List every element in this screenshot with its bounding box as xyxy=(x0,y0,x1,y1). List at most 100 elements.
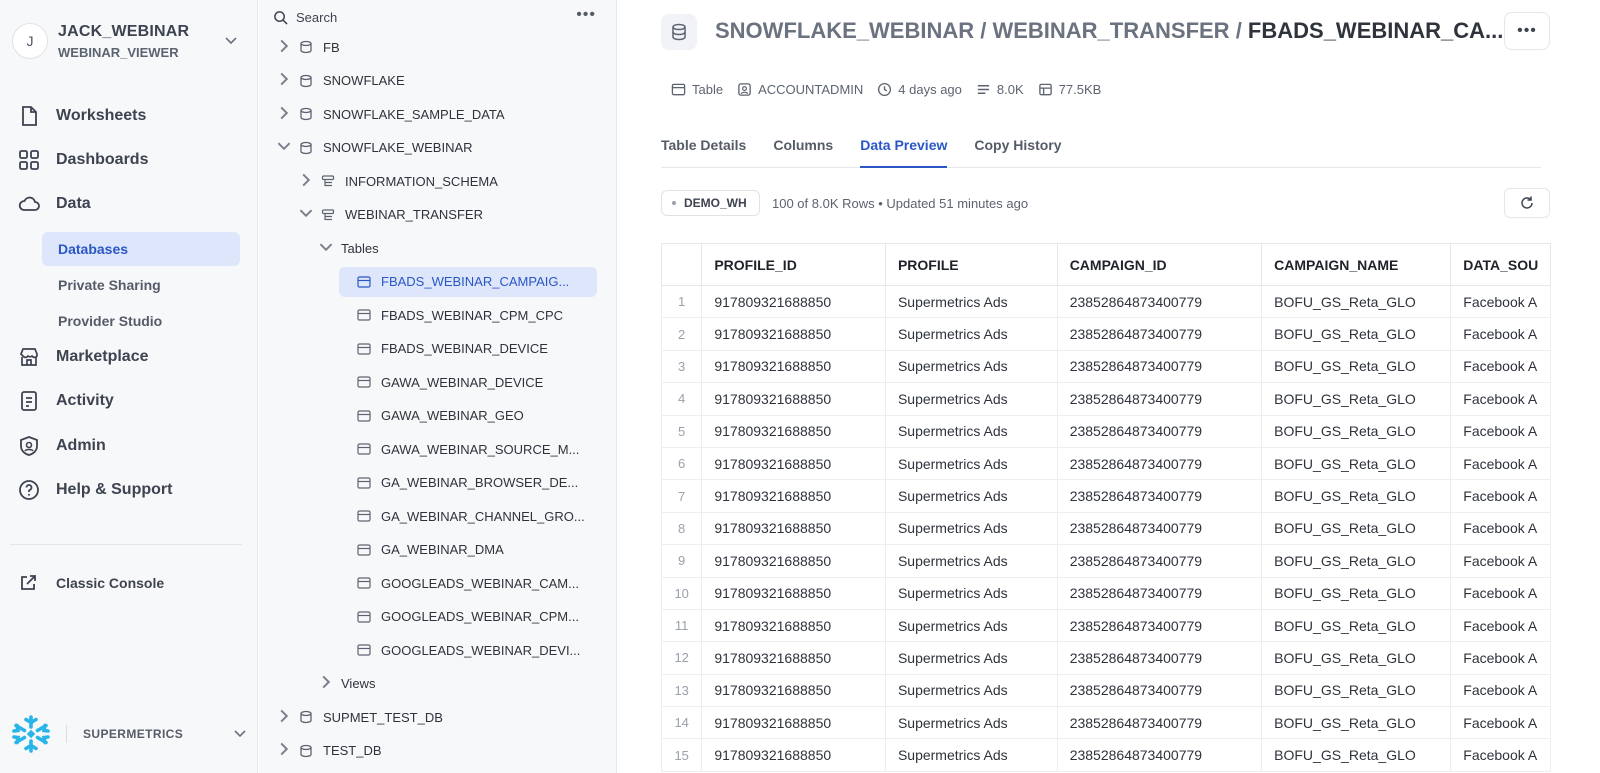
table-cell[interactable]: 23852864873400779 xyxy=(1056,479,1263,513)
table-cell[interactable]: Facebook A xyxy=(1450,511,1551,546)
table-cell[interactable]: Supermetrics Ads xyxy=(884,414,1058,448)
table-cell[interactable]: Facebook A xyxy=(1450,446,1551,481)
table-cell[interactable]: Facebook A xyxy=(1450,576,1551,610)
table-cell[interactable]: Facebook A xyxy=(1450,317,1551,351)
table-cell[interactable]: 917809321688850 xyxy=(701,446,886,481)
table-cell[interactable]: 917809321688850 xyxy=(701,738,886,772)
table-row[interactable]: 12 917809321688850 Supermetrics Ads 2385286… xyxy=(661,641,1551,675)
account-selector[interactable]: SUPERMETRICS xyxy=(10,714,246,754)
table-cell[interactable]: Facebook A xyxy=(1450,479,1551,513)
table-cell[interactable]: 23852864873400779 xyxy=(1056,673,1263,708)
table-cell[interactable]: Supermetrics Ads xyxy=(884,544,1058,578)
table-cell[interactable]: Supermetrics Ads xyxy=(884,641,1058,675)
table-cell[interactable]: 23852864873400779 xyxy=(1056,414,1263,448)
table-row[interactable]: 2 917809321688850 Supermetrics Ads 23852864… xyxy=(661,317,1551,351)
tab-copy-history[interactable]: Copy History xyxy=(974,132,1061,168)
table-row[interactable]: 9 917809321688850 Supermetrics Ads 23852864… xyxy=(661,544,1551,578)
table-cell[interactable]: 23852864873400779 xyxy=(1056,641,1263,675)
table-row[interactable]: 7 917809321688850 Supermetrics Ads 23852864… xyxy=(661,479,1551,513)
table-row[interactable]: 13 917809321688850 Supermetrics Ads 2385286… xyxy=(661,673,1551,708)
tree-table-8[interactable]: GA_WEBINAR_DMA xyxy=(339,535,504,565)
search-input[interactable]: Search xyxy=(273,4,603,30)
table-cell[interactable]: 917809321688850 xyxy=(701,608,886,643)
user-info[interactable]: JACK_WEBINAR WEBINAR_VIEWER xyxy=(58,23,220,60)
avatar[interactable]: J xyxy=(12,23,48,59)
table-cell[interactable]: 23852864873400779 xyxy=(1056,608,1263,643)
table-cell[interactable]: Supermetrics Ads xyxy=(884,284,1058,319)
column-header[interactable]: DATA_SOU xyxy=(1450,243,1551,286)
user-menu[interactable]: J JACK_WEBINAR WEBINAR_VIEWER xyxy=(12,18,242,64)
table-cell[interactable]: 23852864873400779 xyxy=(1056,576,1263,610)
tree-database-bottom-1[interactable]: TEST_DB xyxy=(277,736,382,766)
tree-database-3[interactable]: SNOWFLAKE_WEBINAR xyxy=(277,133,473,163)
nav-worksheets[interactable]: Worksheets xyxy=(18,99,240,133)
table-cell[interactable]: 917809321688850 xyxy=(701,284,886,319)
tree-tables-folder[interactable]: Tables xyxy=(319,233,379,263)
tab-columns[interactable]: Columns xyxy=(773,132,833,168)
table-cell[interactable]: 917809321688850 xyxy=(701,673,886,708)
chevron-down-icon[interactable] xyxy=(220,34,242,48)
chevron-icon[interactable] xyxy=(277,39,291,56)
refresh-button[interactable] xyxy=(1504,188,1550,218)
chevron-icon[interactable] xyxy=(277,709,291,726)
table-cell[interactable]: 23852864873400779 xyxy=(1056,284,1263,319)
column-header[interactable]: CAMPAIGN_ID xyxy=(1056,243,1263,286)
tree-table-9[interactable]: GOOGLEADS_WEBINAR_CAM... xyxy=(339,568,579,598)
table-cell[interactable]: BOFU_GS_Reta_GLO xyxy=(1261,738,1452,772)
nav-private-sharing[interactable]: Private Sharing xyxy=(42,268,240,302)
table-cell[interactable]: 917809321688850 xyxy=(701,479,886,513)
chevron-icon[interactable] xyxy=(299,173,313,190)
table-cell[interactable]: Supermetrics Ads xyxy=(884,706,1058,740)
tree-table-0[interactable]: FBADS_WEBINAR_CAMPAIG... xyxy=(339,266,597,297)
table-cell[interactable]: BOFU_GS_Reta_GLO xyxy=(1261,641,1452,675)
nav-activity[interactable]: Activity xyxy=(18,384,240,418)
table-cell[interactable]: Supermetrics Ads xyxy=(884,382,1058,416)
table-row[interactable]: 5 917809321688850 Supermetrics Ads 23852864… xyxy=(661,414,1551,448)
table-row[interactable]: 15 917809321688850 Supermetrics Ads 2385286… xyxy=(661,738,1551,772)
tree-table-5[interactable]: GAWA_WEBINAR_SOURCE_M... xyxy=(339,434,579,464)
chevron-icon[interactable] xyxy=(277,72,291,89)
column-header[interactable]: CAMPAIGN_NAME xyxy=(1261,243,1452,286)
table-cell[interactable]: Facebook A xyxy=(1450,738,1551,772)
tree-table-10[interactable]: GOOGLEADS_WEBINAR_CPM... xyxy=(339,602,579,632)
tree-database-1[interactable]: SNOWFLAKE xyxy=(277,66,405,96)
tree-schema-1[interactable]: WEBINAR_TRANSFER xyxy=(299,200,483,230)
table-row[interactable]: 1 917809321688850 Supermetrics Ads 23852864… xyxy=(661,284,1551,319)
table-cell[interactable]: 23852864873400779 xyxy=(1056,706,1263,740)
table-cell[interactable]: Supermetrics Ads xyxy=(884,738,1058,772)
table-cell[interactable]: Supermetrics Ads xyxy=(884,446,1058,481)
nav-databases[interactable]: Databases xyxy=(42,232,240,266)
tree-database-bottom-0[interactable]: SUPMET_TEST_DB xyxy=(277,702,443,732)
table-cell[interactable]: BOFU_GS_Reta_GLO xyxy=(1261,706,1452,740)
more-options-icon[interactable]: ••• xyxy=(576,6,596,24)
table-cell[interactable]: Facebook A xyxy=(1450,706,1551,740)
table-row[interactable]: 14 917809321688850 Supermetrics Ads 2385286… xyxy=(661,706,1551,740)
nav-admin[interactable]: Admin xyxy=(18,429,240,463)
table-cell[interactable]: Facebook A xyxy=(1450,414,1551,448)
table-cell[interactable]: 917809321688850 xyxy=(701,544,886,578)
table-row[interactable]: 3 917809321688850 Supermetrics Ads 23852864… xyxy=(661,349,1551,384)
table-cell[interactable]: Facebook A xyxy=(1450,608,1551,643)
tree-table-6[interactable]: GA_WEBINAR_BROWSER_DE... xyxy=(339,468,578,498)
table-cell[interactable]: 917809321688850 xyxy=(701,349,886,384)
table-cell[interactable]: Supermetrics Ads xyxy=(884,511,1058,546)
table-cell[interactable]: 23852864873400779 xyxy=(1056,446,1263,481)
chevron-icon[interactable] xyxy=(319,240,333,257)
table-cell[interactable]: BOFU_GS_Reta_GLO xyxy=(1261,382,1452,416)
nav-provider-studio[interactable]: Provider Studio xyxy=(42,304,240,338)
nav-dashboards[interactable]: Dashboards xyxy=(18,143,240,177)
table-cell[interactable]: 917809321688850 xyxy=(701,641,886,675)
table-cell[interactable]: Facebook A xyxy=(1450,673,1551,708)
table-cell[interactable]: 917809321688850 xyxy=(701,706,886,740)
table-cell[interactable]: 23852864873400779 xyxy=(1056,349,1263,384)
table-cell[interactable]: 23852864873400779 xyxy=(1056,544,1263,578)
table-row[interactable]: 10 917809321688850 Supermetrics Ads 2385286… xyxy=(661,576,1551,610)
table-cell[interactable]: Supermetrics Ads xyxy=(884,576,1058,610)
table-cell[interactable]: Supermetrics Ads xyxy=(884,317,1058,351)
table-cell[interactable]: BOFU_GS_Reta_GLO xyxy=(1261,511,1452,546)
table-cell[interactable]: BOFU_GS_Reta_GLO xyxy=(1261,414,1452,448)
table-row[interactable]: 11 917809321688850 Supermetrics Ads 2385286… xyxy=(661,608,1551,643)
tree-database-0[interactable]: FB xyxy=(277,32,340,62)
breadcrumb-database[interactable]: SNOWFLAKE_WEBINAR xyxy=(715,18,974,43)
table-cell[interactable]: Facebook A xyxy=(1450,349,1551,384)
